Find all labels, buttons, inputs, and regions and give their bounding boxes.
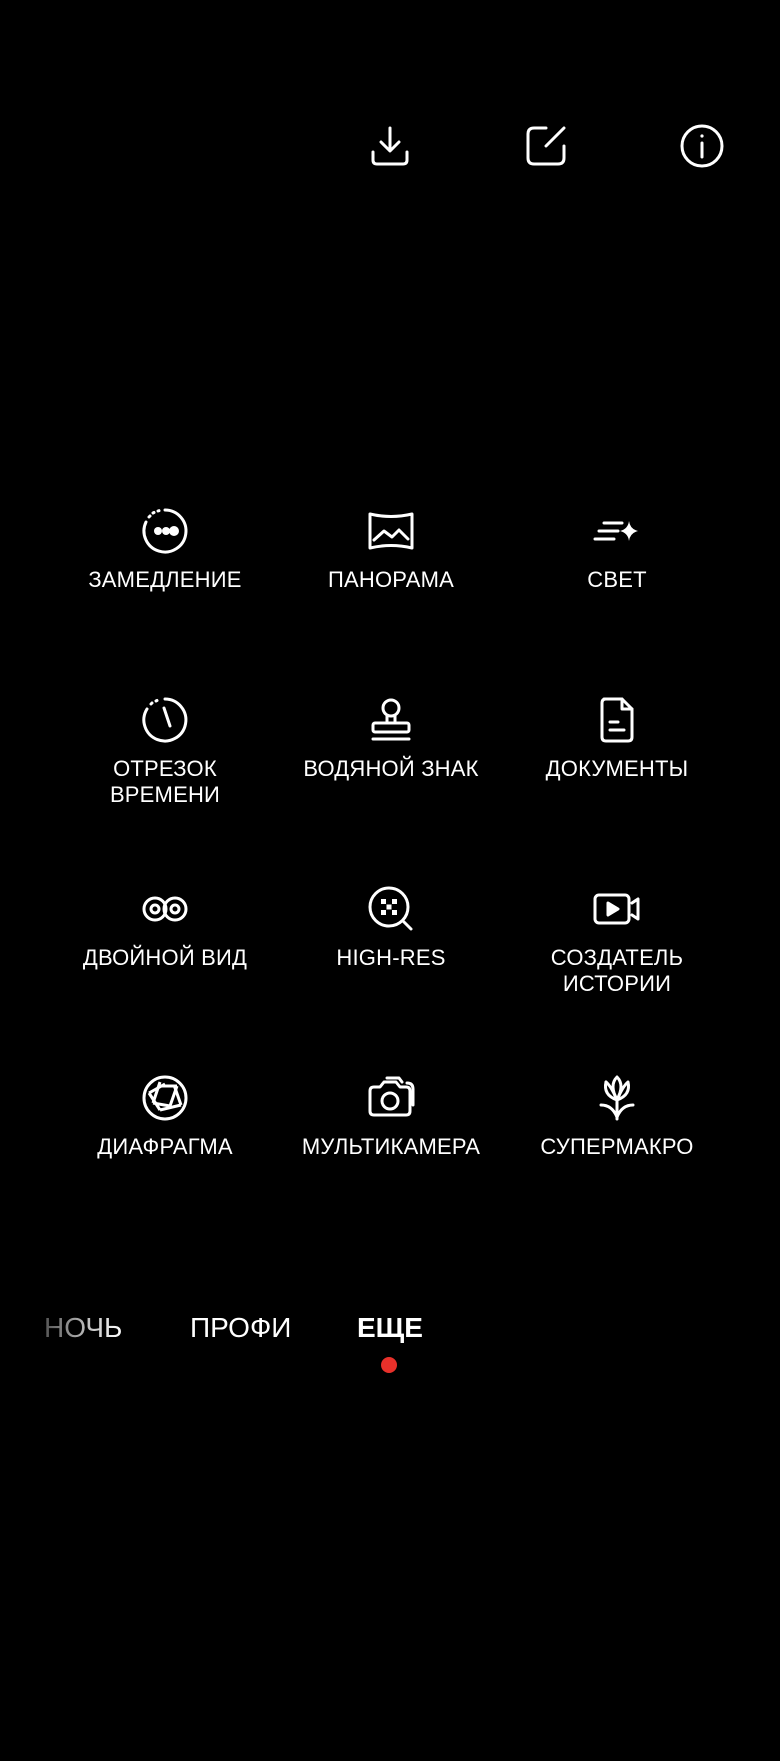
light-icon: [591, 505, 643, 557]
story-creator-icon: [591, 883, 643, 935]
mode-high-res[interactable]: HIGH-RES: [278, 883, 504, 1072]
mode-label: ПАНОРАМА: [328, 567, 454, 592]
mode-documents[interactable]: ДОКУМЕНТЫ: [504, 694, 730, 883]
mode-label: СВЕТ: [587, 567, 647, 592]
document-icon: [591, 694, 643, 746]
mode-light[interactable]: СВЕТ: [504, 505, 730, 694]
mode-timelapse[interactable]: ОТРЕЗОК ВРЕМЕНИ: [52, 694, 278, 883]
mode-label: ЗАМЕДЛЕНИЕ: [88, 567, 242, 592]
mode-label: СУПЕРМАКРО: [540, 1134, 694, 1159]
mode-tab-bar: НОЧЬ ПРОФИ ЕЩЕ: [0, 1308, 780, 1348]
info-icon[interactable]: [674, 118, 730, 174]
aperture-icon: [139, 1072, 191, 1124]
mode-aperture[interactable]: ДИАФРАГМА: [52, 1072, 278, 1261]
mode-panorama[interactable]: ПАНОРАМА: [278, 505, 504, 694]
panorama-icon: [365, 505, 417, 557]
mode-label: HIGH-RES: [336, 945, 446, 970]
slow-motion-icon: [139, 505, 191, 557]
mode-label: ВОДЯНОЙ ЗНАК: [303, 756, 479, 781]
mode-story-creator[interactable]: СОЗДАТЕЛЬ ИСТОРИИ: [504, 883, 730, 1072]
edit-icon[interactable]: [518, 118, 574, 174]
timelapse-icon: [139, 694, 191, 746]
mode-dual-view[interactable]: ДВОЙНОЙ ВИД: [52, 883, 278, 1072]
mode-label: ДОКУМЕНТЫ: [545, 756, 689, 781]
active-tab-indicator: [381, 1357, 397, 1373]
mode-super-macro[interactable]: СУПЕРМАКРО: [504, 1072, 730, 1261]
mode-slow-motion[interactable]: ЗАМЕДЛЕНИЕ: [52, 505, 278, 694]
mode-multi-camera[interactable]: МУЛЬТИКАМЕРА: [278, 1072, 504, 1261]
mode-label: ОТРЕЗОК ВРЕМЕНИ: [109, 756, 221, 807]
tab-pro[interactable]: ПРОФИ: [190, 1308, 291, 1348]
modes-grid: ЗАМЕДЛЕНИЕ ПАНОРАМА СВЕТ ОТРЕЗОК ВРЕМЕНИ…: [52, 505, 732, 1261]
multi-camera-icon: [365, 1072, 417, 1124]
mode-label: ДИАФРАГМА: [97, 1134, 233, 1159]
dual-view-icon: [139, 883, 191, 935]
tab-more[interactable]: ЕЩЕ: [357, 1308, 423, 1348]
mode-label: СОЗДАТЕЛЬ ИСТОРИИ: [550, 945, 684, 996]
mode-label: ДВОЙНОЙ ВИД: [82, 945, 248, 970]
watermark-stamp-icon: [365, 694, 417, 746]
high-res-icon: [365, 883, 417, 935]
super-macro-icon: [591, 1072, 643, 1124]
mode-label: МУЛЬТИКАМЕРА: [301, 1134, 481, 1159]
download-icon[interactable]: [362, 118, 418, 174]
mode-watermark[interactable]: ВОДЯНОЙ ЗНАК: [278, 694, 504, 883]
tab-night[interactable]: НОЧЬ: [44, 1308, 122, 1348]
